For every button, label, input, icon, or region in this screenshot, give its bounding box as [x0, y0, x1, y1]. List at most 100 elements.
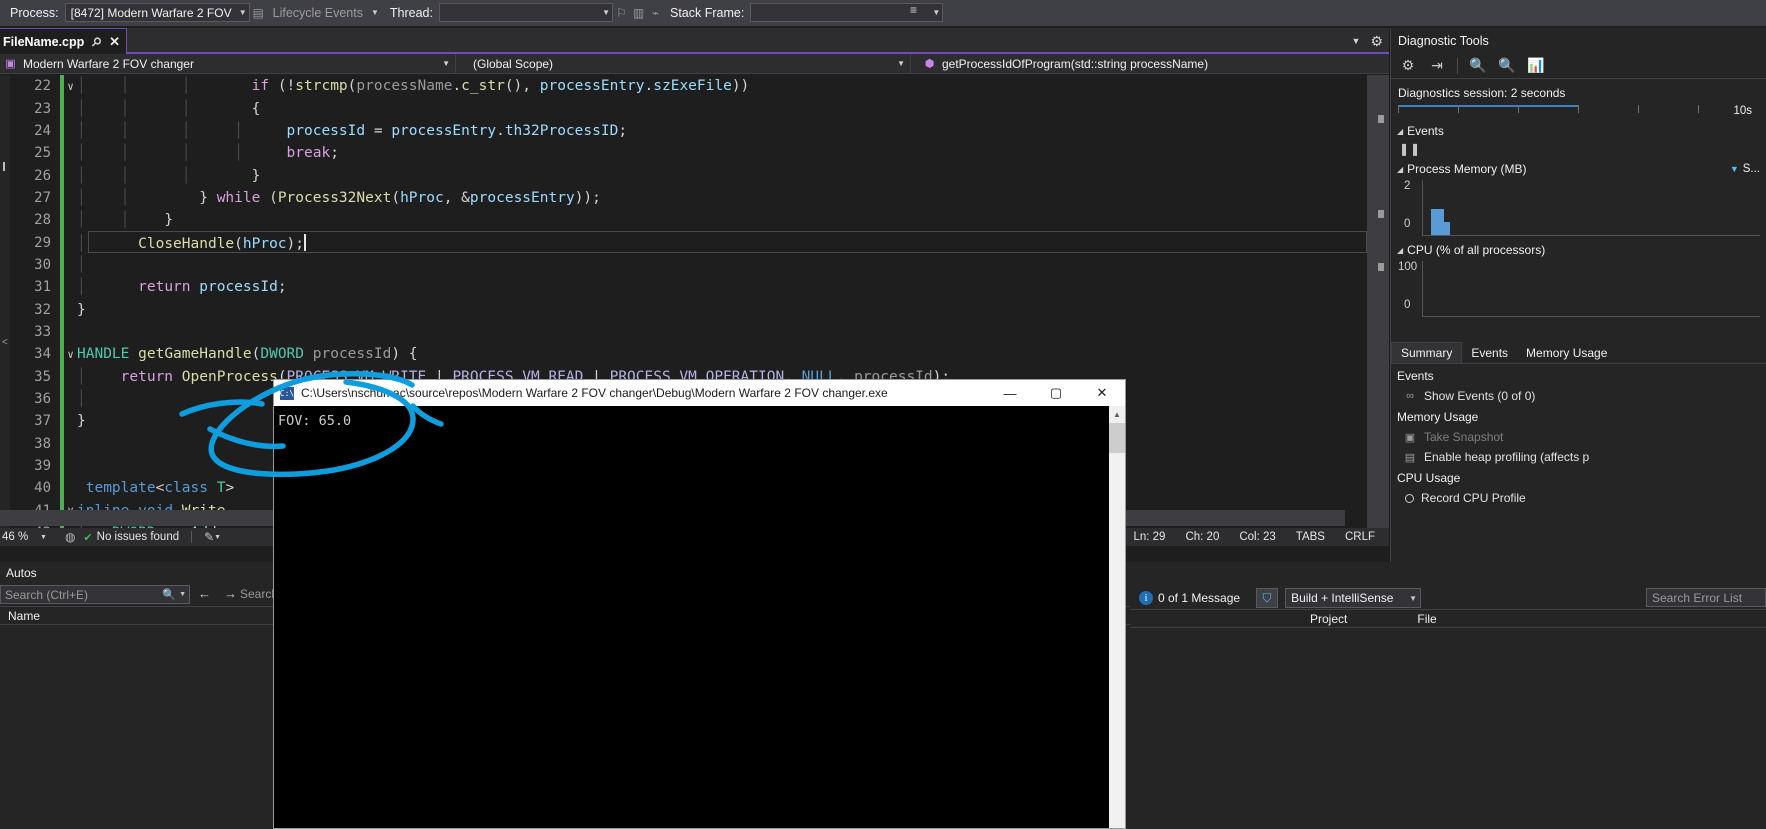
pin-icon[interactable]: ⚲: [89, 33, 105, 49]
heap-icon: ▤: [1404, 451, 1416, 464]
chevron-down-icon[interactable]: ▼: [214, 534, 221, 541]
line-indicator: Ln: 29: [1133, 531, 1166, 543]
enable-heap-profiling-row[interactable]: ▤ Enable heap profiling (affects p: [1391, 447, 1766, 467]
diagnostics-timeline[interactable]: 10s: [1398, 105, 1758, 121]
error-column-project[interactable]: Project: [1300, 612, 1347, 626]
change-marker: [60, 410, 64, 433]
chevron-down-icon: ▼: [442, 59, 450, 68]
filter-severity-button[interactable]: ⛉: [1256, 588, 1279, 608]
maximize-icon[interactable]: ▢: [1033, 380, 1079, 406]
diagnostics-tab-summary[interactable]: Summary: [1391, 342, 1463, 363]
autos-nav-buttons[interactable]: ← →: [198, 586, 237, 601]
line-number: 25: [34, 145, 51, 162]
fold-toggle-icon[interactable]: ∨: [64, 348, 77, 361]
close-icon[interactable]: ✕: [109, 34, 120, 50]
zoom-in-icon[interactable]: 🔍: [1465, 55, 1491, 77]
navbar-project-dropdown[interactable]: ▣ Modern Warfare 2 FOV changer ▼: [0, 53, 456, 74]
issues-label: No issues found: [96, 531, 180, 543]
record-radio-icon[interactable]: [1405, 493, 1414, 503]
export-icon[interactable]: ⇥: [1424, 55, 1450, 77]
minimize-icon[interactable]: —: [987, 380, 1033, 406]
navbar-scope-dropdown[interactable]: (Global Scope) ▼: [456, 53, 911, 74]
code-line: 32}: [10, 298, 950, 321]
console-window[interactable]: C:\ C:\Users\nschumac\source\repos\Moder…: [273, 379, 1126, 829]
settings-gear-icon[interactable]: ⚙: [1395, 55, 1421, 77]
margin-collapse-icon[interactable]: <: [2, 337, 8, 348]
autos-search-input[interactable]: Search (Ctrl+E) 🔍 ▼: [0, 585, 190, 604]
gear-icon[interactable]: ⚙: [1370, 33, 1383, 50]
process-combobox[interactable]: [8472] Modern Warfare 2 FOV chan ▼: [64, 3, 250, 22]
process-label: Process:: [10, 5, 59, 20]
char-indicator: Ch: 20: [1185, 531, 1220, 543]
diagnostics-tab-bar: Summary Events Memory Usage: [1391, 342, 1766, 364]
change-marker: [60, 253, 64, 277]
error-search-placeholder: Search Error List: [1652, 590, 1743, 605]
code-text: │ │ }: [77, 212, 174, 229]
show-events-row[interactable]: ∞ Show Events (0 of 0): [1391, 386, 1766, 406]
close-icon[interactable]: ✕: [1079, 380, 1125, 406]
record-cpu-profile-row[interactable]: Record CPU Profile: [1391, 488, 1766, 508]
line-number: 32: [34, 301, 51, 318]
line-number: 35: [34, 368, 51, 385]
toolbar-overflow-button[interactable]: ≡: [910, 4, 917, 16]
diagnostics-tab-events[interactable]: Events: [1462, 343, 1518, 363]
chevron-down-icon[interactable]: ▼: [1352, 36, 1361, 46]
code-text: │: [77, 256, 86, 273]
parallel-watch-icon: ⌁: [651, 5, 660, 20]
message-info-icon: i: [1139, 591, 1153, 605]
margin-marker: [3, 162, 5, 171]
diagnostic-toolbar: ⚙ ⇥ 🔍 🔍 📊: [1391, 53, 1766, 79]
diagnostic-tools-panel: Diagnostic Tools ⚙ ⇥ 🔍 🔍 📊 Diagnostics s…: [1390, 28, 1766, 562]
tabs-indicator[interactable]: TABS: [1286, 531, 1335, 543]
text-caret: [304, 233, 307, 251]
fold-toggle-icon[interactable]: ∨: [64, 80, 77, 93]
cpu-section-label: CPU (% of all processors): [1407, 243, 1546, 257]
error-list-search-input[interactable]: Search Error List: [1646, 588, 1766, 607]
chart-icon[interactable]: 📊: [1523, 55, 1549, 77]
editor-vertical-scrollbar[interactable]: [1367, 75, 1389, 528]
zoom-level[interactable]: 46 %: [0, 531, 40, 543]
line-number: 29: [34, 234, 51, 251]
cpu-axis-max: 100: [1398, 261, 1418, 273]
events-section-header[interactable]: ◢ Events: [1391, 121, 1766, 140]
console-scrollbar[interactable]: ▲: [1109, 406, 1125, 828]
flag-icon[interactable]: ⚐: [613, 3, 630, 23]
take-snapshot-row[interactable]: ▣ Take Snapshot: [1391, 427, 1766, 447]
message-count-label[interactable]: 0 of 1 Message: [1158, 591, 1240, 605]
error-column-file[interactable]: File: [1407, 612, 1436, 626]
eol-indicator[interactable]: CRLF: [1335, 531, 1385, 543]
cpu-axis-min: 0: [1404, 299, 1411, 311]
memory-axis-max: 2: [1404, 180, 1411, 192]
editor-navigation-bar: ▣ Modern Warfare 2 FOV changer ▼ (Global…: [0, 53, 1389, 74]
tab-filename-cpp[interactable]: FileName.cpp ⚲ ✕: [0, 28, 127, 54]
scroll-up-icon[interactable]: ▲: [1109, 406, 1125, 423]
chevron-down-icon[interactable]: ▼: [40, 534, 47, 541]
forward-arrow-icon[interactable]: →: [224, 586, 237, 601]
back-arrow-icon[interactable]: ←: [198, 586, 211, 601]
chevron-down-icon[interactable]: ▼: [176, 591, 186, 598]
diagnostics-tab-memory-usage[interactable]: Memory Usage: [1517, 343, 1617, 363]
brush-icon[interactable]: ✎: [204, 530, 214, 544]
lifecycle-chevron-down-icon[interactable]: ▼: [369, 8, 384, 17]
tab-label: FileName.cpp: [3, 34, 85, 49]
build-filter-combobox[interactable]: Build + IntelliSense ▼: [1285, 588, 1422, 608]
code-line: 26 │ │ │ }: [10, 164, 950, 187]
record-cpu-label: Record CPU Profile: [1421, 491, 1526, 505]
navbar-member-dropdown[interactable]: ⬢ getProcessIdOfProgram(std::string proc…: [911, 54, 1381, 74]
threads-window-icon[interactable]: ▥: [630, 3, 647, 23]
thread-combobox[interactable]: ▼: [438, 3, 613, 22]
zoom-out-icon[interactable]: 🔍: [1494, 55, 1520, 77]
lifecycle-events-label[interactable]: Lifecycle Events: [267, 6, 369, 20]
change-marker: [60, 454, 64, 478]
timeline-tick: [1698, 105, 1699, 113]
cpu-section-header[interactable]: ◢ CPU (% of all processors): [1391, 240, 1766, 259]
issues-indicator[interactable]: ✔ No issues found: [83, 531, 179, 544]
summary-events-heading: Events: [1397, 369, 1434, 383]
scrollbar-marker: [1378, 263, 1384, 271]
scrollbar-thumb[interactable]: [1109, 423, 1125, 453]
code-line: 31 │ return processId;: [10, 276, 950, 299]
diagnostic-tools-title: Diagnostic Tools: [1398, 34, 1489, 48]
chevron-right-icon: ◢: [1397, 164, 1404, 174]
memory-section-header[interactable]: ◢ Process Memory (MB) ▼ S...: [1391, 159, 1766, 178]
console-title-bar[interactable]: C:\ C:\Users\nschumac\source\repos\Moder…: [274, 380, 1125, 406]
